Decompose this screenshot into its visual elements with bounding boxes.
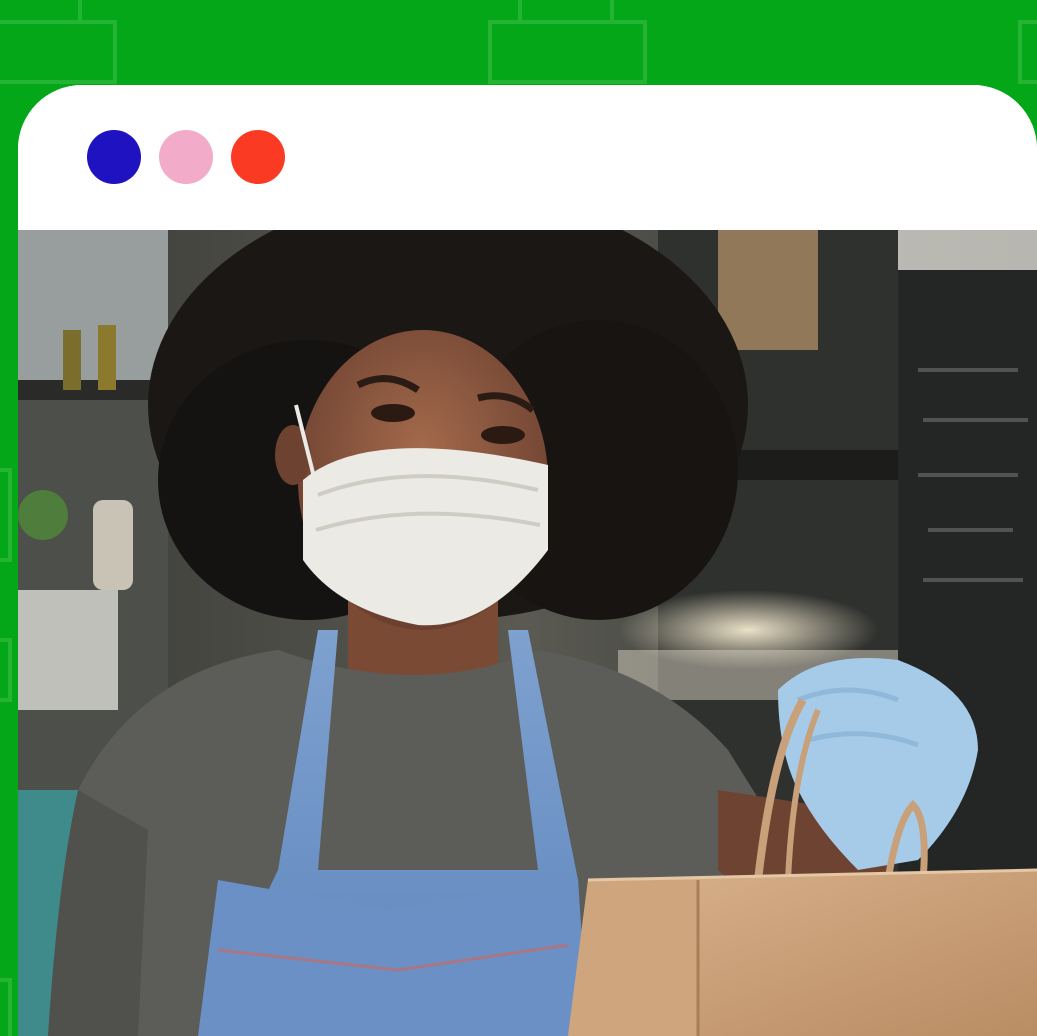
minimize-dot-icon[interactable] [159,130,213,184]
maximize-dot-icon[interactable] [231,130,285,184]
photo-viewport [18,230,1037,1036]
window-titlebar [18,85,1037,230]
close-dot-icon[interactable] [87,130,141,184]
browser-window [18,85,1037,1036]
photo-illustration-icon [18,230,1037,1036]
